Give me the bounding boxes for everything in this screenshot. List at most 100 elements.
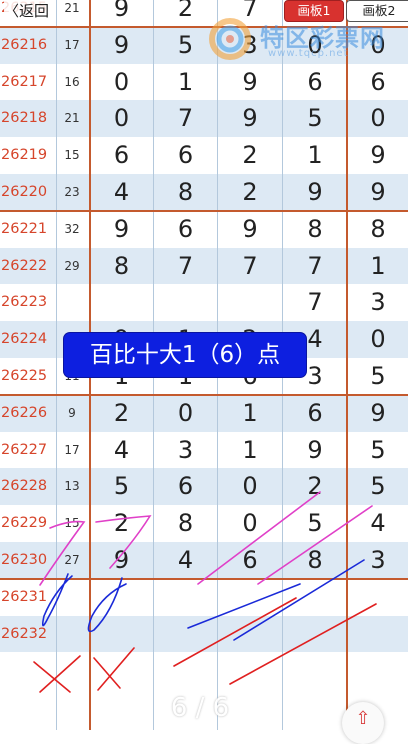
digit-cell[interactable] [348,616,408,653]
issue-number: 26232 [1,625,48,642]
digit-cell[interactable]: 6 [154,137,217,174]
digit-cell[interactable]: 7 [154,100,217,137]
sum-value: 27 [64,553,80,567]
digit-cell[interactable] [154,616,217,653]
digit-cell[interactable] [218,579,282,616]
digit-cell[interactable]: 7 [283,248,347,285]
digit-cell[interactable]: 0 [218,468,282,505]
issue-number: 26228 [1,478,48,495]
digit-cell[interactable] [154,284,217,321]
logo-swirl-icon [209,18,251,60]
digit-cell[interactable]: 2 [90,505,153,542]
digit-cell[interactable]: 7 [154,248,217,285]
digit-cell[interactable]: 9 [283,432,347,469]
digit-cell[interactable]: 8 [348,211,408,248]
digit-cell[interactable]: 6 [348,64,408,101]
sum-value: 15 [64,516,80,531]
digit-cell[interactable]: 7 [218,248,282,285]
digit-cell[interactable]: 2 [283,468,347,505]
digit-cell[interactable]: 2 [218,137,282,174]
issue-number: 26230 [1,552,48,568]
digit-cell[interactable]: 2 [218,174,282,211]
digit-cell[interactable]: 8 [283,211,347,248]
digit-cell[interactable]: 5 [283,100,347,137]
digit-cell[interactable]: 0 [90,100,153,137]
digit-cell[interactable]: 8 [154,505,217,542]
digit-cell[interactable]: 9 [348,137,408,174]
digit-cell[interactable]: 6 [283,395,347,432]
issue-number: 26218 [1,110,48,127]
sum-value [56,284,88,321]
digit-cell[interactable]: 5 [348,468,408,505]
digit-cell[interactable]: 3 [348,542,408,579]
digit-cell[interactable]: 8 [90,248,153,285]
digit-cell[interactable] [90,616,153,653]
group-divider [0,393,408,396]
digit-cell[interactable]: 6 [154,468,217,505]
digit-cell[interactable]: 5 [90,468,153,505]
digit-cell[interactable]: 9 [348,395,408,432]
digit-cell[interactable]: 9 [218,100,282,137]
digit-cell[interactable]: 9 [90,27,153,64]
digit-cell[interactable] [283,579,347,616]
chart-tooltip: 百比十大1（6）点 [64,333,306,377]
scroll-top-button[interactable]: ⇧ [342,702,384,744]
sum-value: 23 [64,185,80,199]
digit-cell[interactable]: 6 [218,542,282,579]
chevron-left-icon: 〈 [4,2,20,20]
digit-cell[interactable]: 9 [90,211,153,248]
sum-value: 32 [64,221,80,236]
digit-cell[interactable]: 0 [218,505,282,542]
digit-cell[interactable]: 9 [348,174,408,211]
digit-cell[interactable]: 1 [218,395,282,432]
issue-number: 26222 [1,257,48,274]
digit-cell[interactable]: 9 [90,542,153,579]
digit-cell[interactable]: 1 [348,248,408,285]
digit-cell[interactable]: 1 [283,137,347,174]
digit-cell[interactable]: 0 [348,100,408,137]
digit-cell[interactable] [218,616,282,653]
digit-cell[interactable]: 2 [90,395,153,432]
digit-cell[interactable] [218,284,282,321]
digit-cell[interactable]: 4 [90,432,153,469]
issue-number: 26221 [1,220,48,237]
sum-value: 15 [64,148,80,163]
digit-cell[interactable]: 7 [283,284,347,321]
digit-cell[interactable]: 8 [283,542,347,579]
digit-cell[interactable] [348,579,408,616]
digit-cell[interactable]: 0 [348,321,408,358]
issue-number: 26219 [1,147,48,164]
sum-value: 16 [64,74,80,89]
digit-cell[interactable]: 8 [154,174,217,211]
digit-cell[interactable]: 0 [90,64,153,101]
digit-cell[interactable]: 5 [283,505,347,542]
digit-cell[interactable]: 1 [154,64,217,101]
digit-cell[interactable]: 6 [90,137,153,174]
sum-value: 13 [64,479,80,494]
issue-number: 26216 [1,36,48,53]
digit-cell[interactable]: 6 [283,64,347,101]
back-button[interactable]: 〈返回 [4,0,54,22]
issue-number: 26224 [1,331,48,348]
digit-cell[interactable]: 3 [348,284,408,321]
digit-cell[interactable]: 3 [154,432,217,469]
digit-cell[interactable]: 0 [154,395,217,432]
digit-cell[interactable]: 6 [154,211,217,248]
column-divider [346,0,348,730]
digit-cell[interactable]: 5 [348,432,408,469]
digit-cell[interactable]: 4 [154,542,217,579]
digit-cell[interactable]: 4 [90,174,153,211]
digit-cell[interactable]: 9 [218,64,282,101]
digit-cell[interactable]: 4 [348,505,408,542]
digit-cell[interactable]: 1 [218,432,282,469]
digit-cell[interactable] [283,616,347,653]
digit-cell[interactable] [154,579,217,616]
digit-cell[interactable] [90,579,153,616]
digit-cell[interactable]: 9 [218,211,282,248]
digit-cell[interactable] [90,284,153,321]
digit-cell[interactable]: 5 [348,358,408,395]
site-logo-watermark: 特区彩票网 www.tqcp.net [206,16,406,64]
logo-url: www.tqcp.net [268,48,349,59]
group-divider [0,209,408,212]
digit-cell[interactable]: 9 [283,174,347,211]
